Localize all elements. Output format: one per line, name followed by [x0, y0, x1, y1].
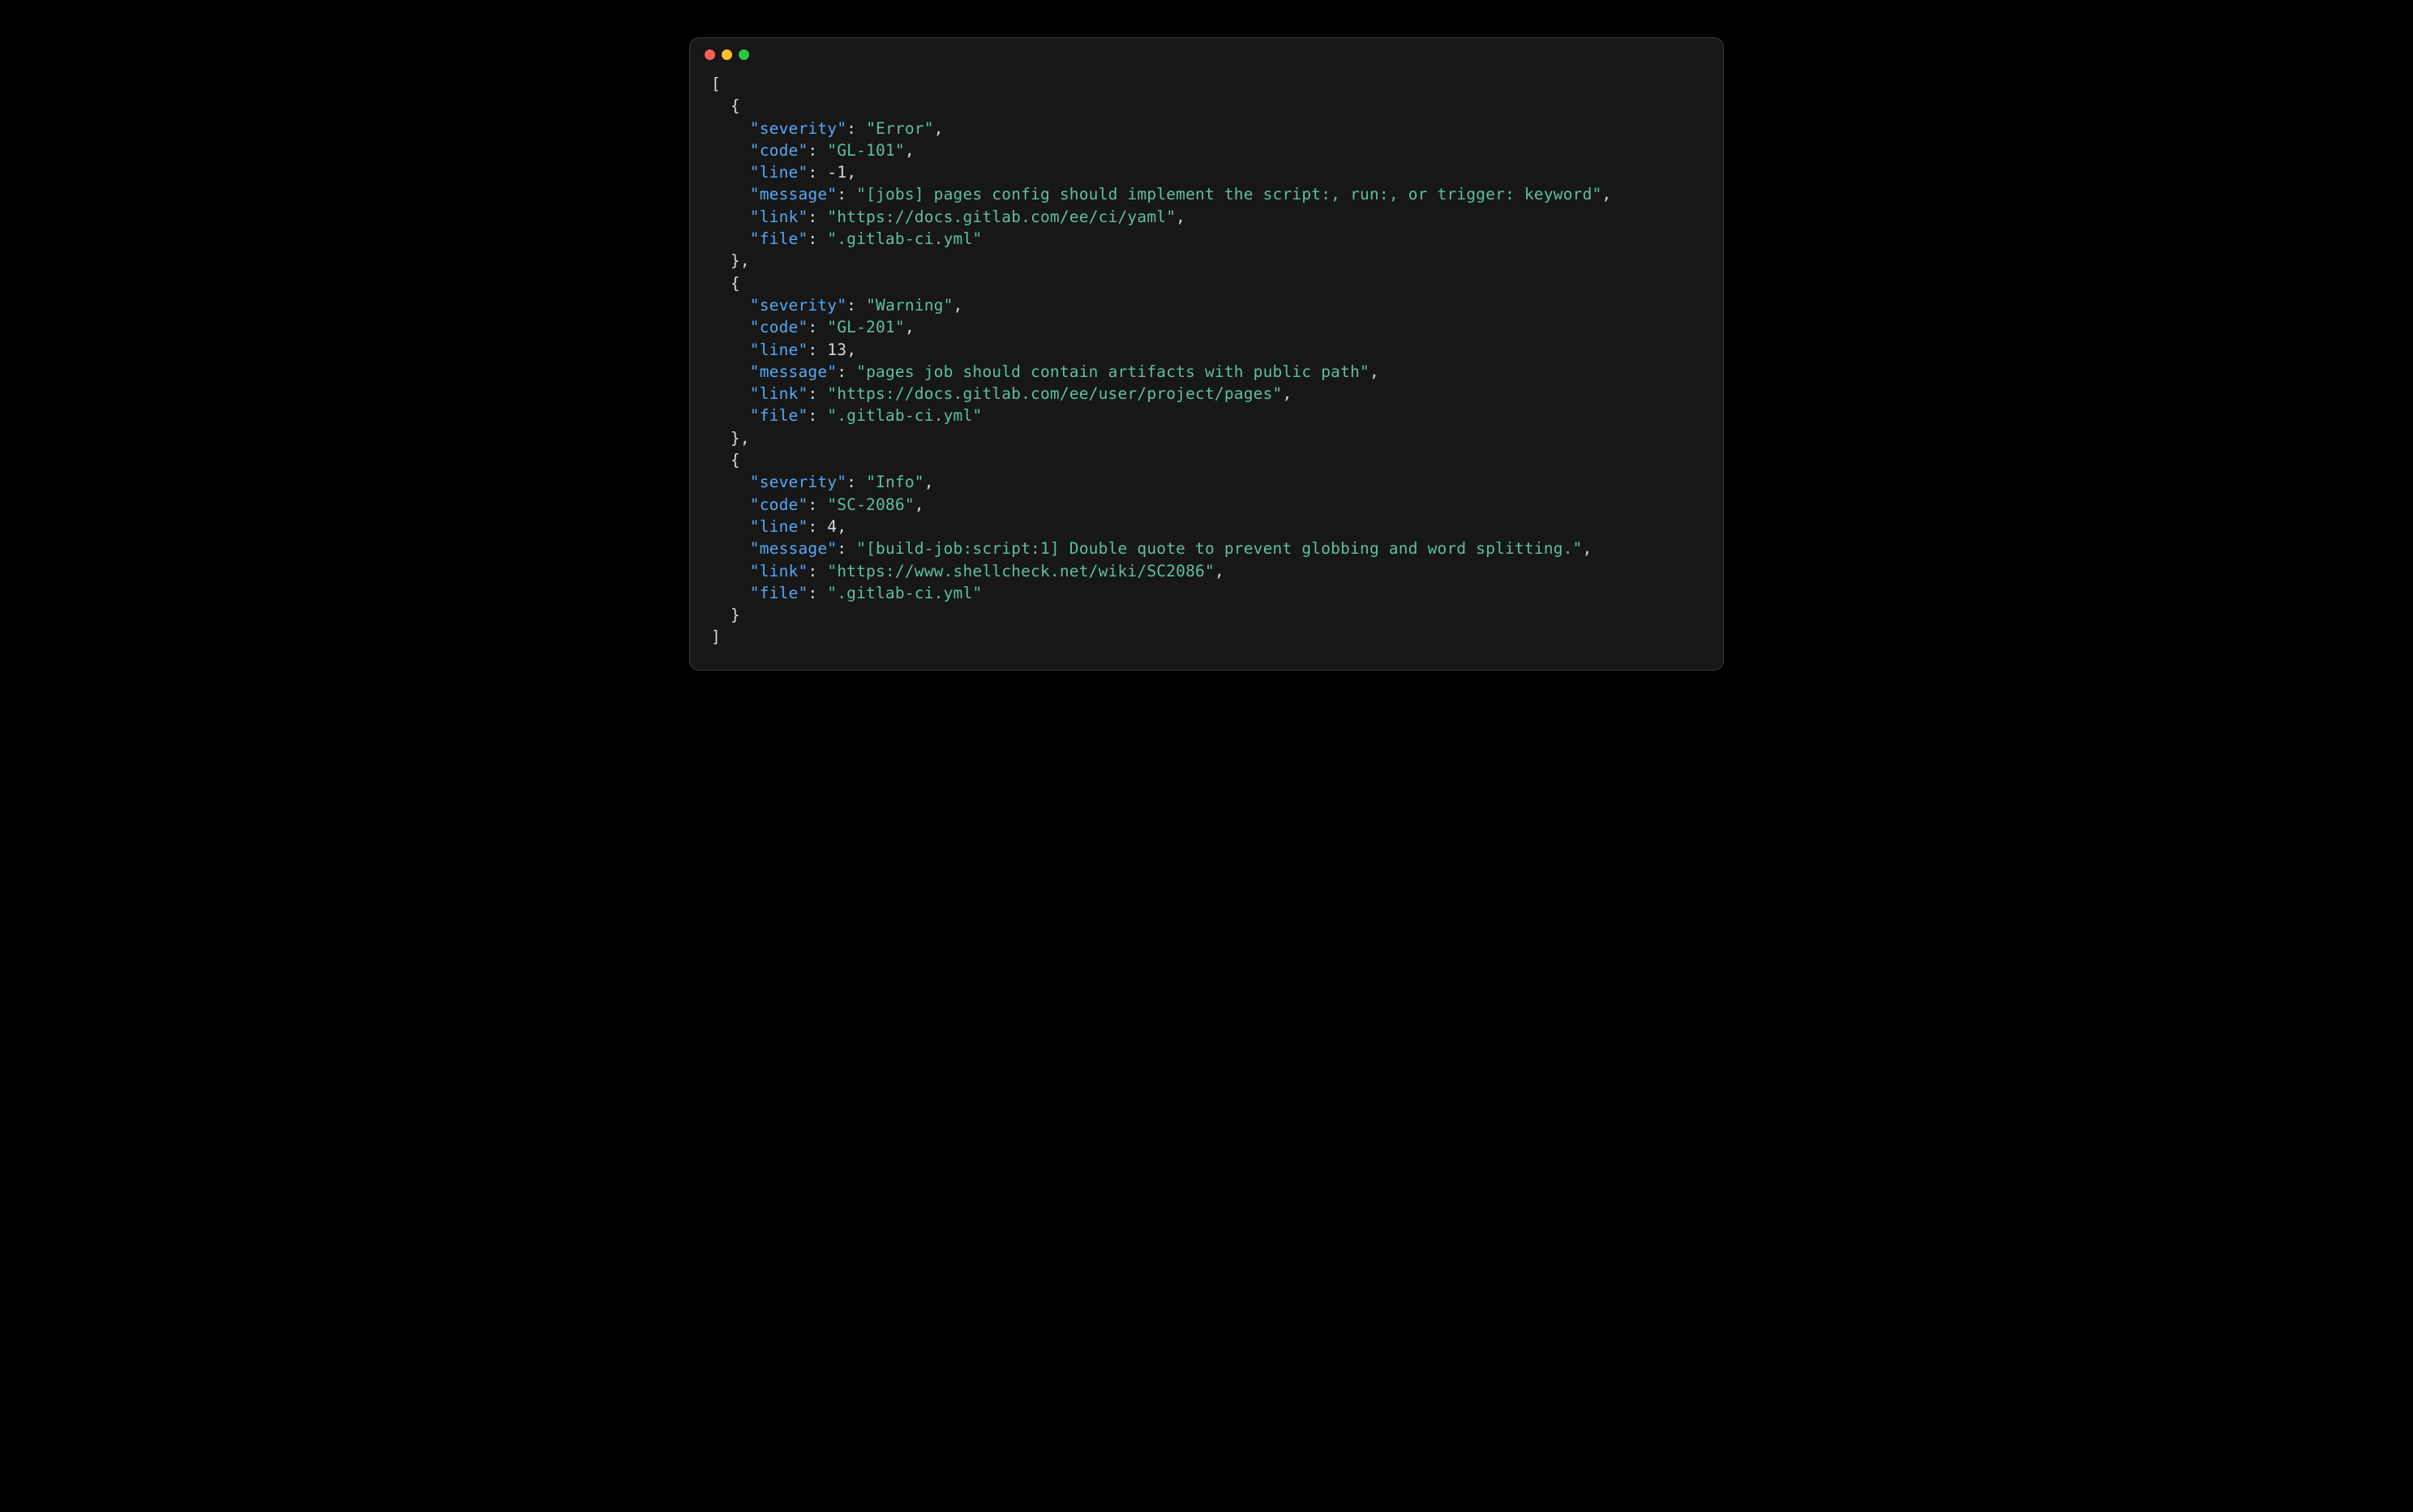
- terminal-window: [ { "severity": "Error", "code": "GL-101…: [689, 37, 1724, 670]
- minimize-icon[interactable]: [722, 49, 732, 60]
- zoom-icon[interactable]: [739, 49, 749, 60]
- close-icon[interactable]: [705, 49, 715, 60]
- json-output: [ { "severity": "Error", "code": "GL-101…: [690, 65, 1723, 670]
- window-titlebar: [690, 38, 1723, 65]
